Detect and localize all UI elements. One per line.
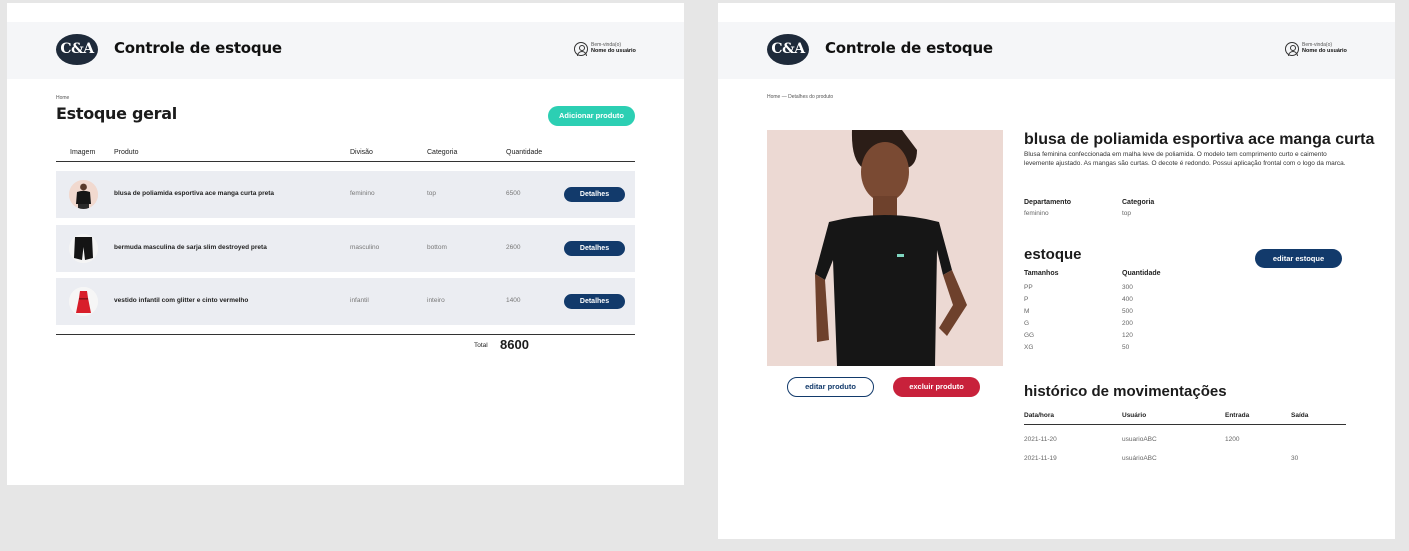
app-header: C&A Controle de estoque Bem-vinda(o) Nom… [718, 22, 1395, 79]
product-quantity: 1400 [506, 297, 521, 304]
history-user: usuarioABC [1122, 436, 1157, 443]
product-photo [767, 130, 1003, 366]
product-detail-screen: C&A Controle de estoque Bem-vinda(o) Nom… [718, 3, 1395, 539]
add-product-button[interactable]: Adicionar produto [548, 106, 635, 126]
department-label: Departamento [1024, 199, 1072, 206]
breadcrumb[interactable]: Home [56, 95, 69, 101]
breadcrumb[interactable]: Home — Detalhes do produto [767, 94, 833, 100]
product-name: vestido infantil com glitter e cinto ver… [114, 297, 249, 304]
history-column-out: Saída [1291, 412, 1309, 419]
quantity-label: Quantidade [1122, 270, 1161, 277]
stock-size: XG [1024, 344, 1034, 351]
user-icon [1285, 42, 1299, 56]
product-name: bermuda masculina de sarja slim destroye… [114, 244, 267, 251]
table-row: vestido infantil com glitter e cinto ver… [56, 278, 635, 325]
history-header-divider [1024, 424, 1346, 425]
department-value: feminino [1024, 210, 1049, 217]
history-date: 2021-11-19 [1024, 455, 1057, 462]
page-title: Estoque geral [56, 104, 177, 123]
category-label: Categoria [1122, 199, 1155, 206]
details-button[interactable]: Detalhes [564, 241, 625, 256]
history-column-user: Usuário [1122, 412, 1147, 419]
product-thumbnail [69, 287, 98, 316]
history-column-in: Entrada [1225, 412, 1250, 419]
table-row: bermuda masculina de sarja slim destroye… [56, 225, 635, 272]
column-header-category: Categoria [427, 149, 458, 156]
details-button[interactable]: Detalhes [564, 294, 625, 309]
table-header-divider [56, 161, 635, 162]
stock-size: GG [1024, 332, 1035, 339]
user-name: Nome do usuário [1302, 48, 1347, 54]
history-out: 30 [1291, 455, 1299, 462]
product-division: masculino [350, 244, 380, 251]
stock-qty: 500 [1122, 308, 1133, 315]
app-title: Controle de estoque [825, 39, 993, 57]
stock-qty: 120 [1122, 332, 1133, 339]
stock-size: PP [1024, 284, 1033, 291]
user-menu[interactable]: Bem-vinda(o) Nome do usuário [574, 41, 636, 59]
app-title: Controle de estoque [114, 39, 282, 57]
total-value: 8600 [500, 337, 529, 352]
product-description: Blusa feminina confeccionada em malha le… [1024, 151, 1346, 167]
stock-list-screen: C&A Controle de estoque Bem-vinda(o) Nom… [7, 3, 684, 485]
app-header: C&A Controle de estoque Bem-vinda(o) Nom… [7, 22, 684, 79]
user-icon [574, 42, 588, 56]
edit-stock-button[interactable]: editar estoque [1255, 249, 1342, 268]
total-label: Total [474, 342, 488, 349]
product-quantity: 2600 [506, 244, 521, 251]
column-header-division: Divisão [350, 149, 373, 156]
delete-product-button[interactable]: excluir produto [893, 377, 980, 397]
column-header-product: Produto [114, 149, 139, 156]
product-category: top [427, 190, 437, 197]
table-row: blusa de poliamida esportiva ace manga c… [56, 171, 635, 218]
column-header-quantity: Quantidade [506, 149, 543, 156]
stock-size: P [1024, 296, 1029, 303]
brand-logo[interactable]: C&A [767, 34, 809, 65]
stock-size: M [1024, 308, 1030, 315]
user-name: Nome do usuário [591, 48, 636, 54]
stock-qty: 50 [1122, 344, 1130, 351]
total-divider [56, 334, 635, 335]
product-thumbnail [69, 234, 98, 263]
user-menu[interactable]: Bem-vinda(o) Nome do usuário [1285, 41, 1347, 59]
product-division: feminino [350, 190, 375, 197]
product-quantity: 6500 [506, 190, 521, 197]
product-title: blusa de poliamida esportiva ace manga c… [1024, 131, 1375, 148]
product-category: bottom [427, 244, 447, 251]
stock-size: G [1024, 320, 1030, 327]
edit-product-button[interactable]: editar produto [787, 377, 874, 397]
history-section-title: histórico de movimentações [1024, 383, 1227, 400]
product-name: blusa de poliamida esportiva ace manga c… [114, 190, 275, 197]
column-header-image: Imagem [70, 149, 96, 156]
history-date: 2021-11-20 [1024, 436, 1057, 443]
history-in: 1200 [1225, 436, 1240, 443]
product-division: infantil [350, 297, 369, 304]
product-thumbnail [69, 180, 98, 209]
history-column-date: Data/hora [1024, 412, 1054, 419]
stock-qty: 200 [1122, 320, 1133, 327]
stock-section-title: estoque [1024, 246, 1082, 263]
product-category: inteiro [427, 297, 445, 304]
history-user: usuárioABC [1122, 455, 1157, 462]
details-button[interactable]: Detalhes [564, 187, 625, 202]
stock-qty: 400 [1122, 296, 1133, 303]
category-value: top [1122, 210, 1132, 217]
sizes-label: Tamanhos [1024, 270, 1059, 277]
stock-qty: 300 [1122, 284, 1133, 291]
brand-logo[interactable]: C&A [56, 34, 98, 65]
